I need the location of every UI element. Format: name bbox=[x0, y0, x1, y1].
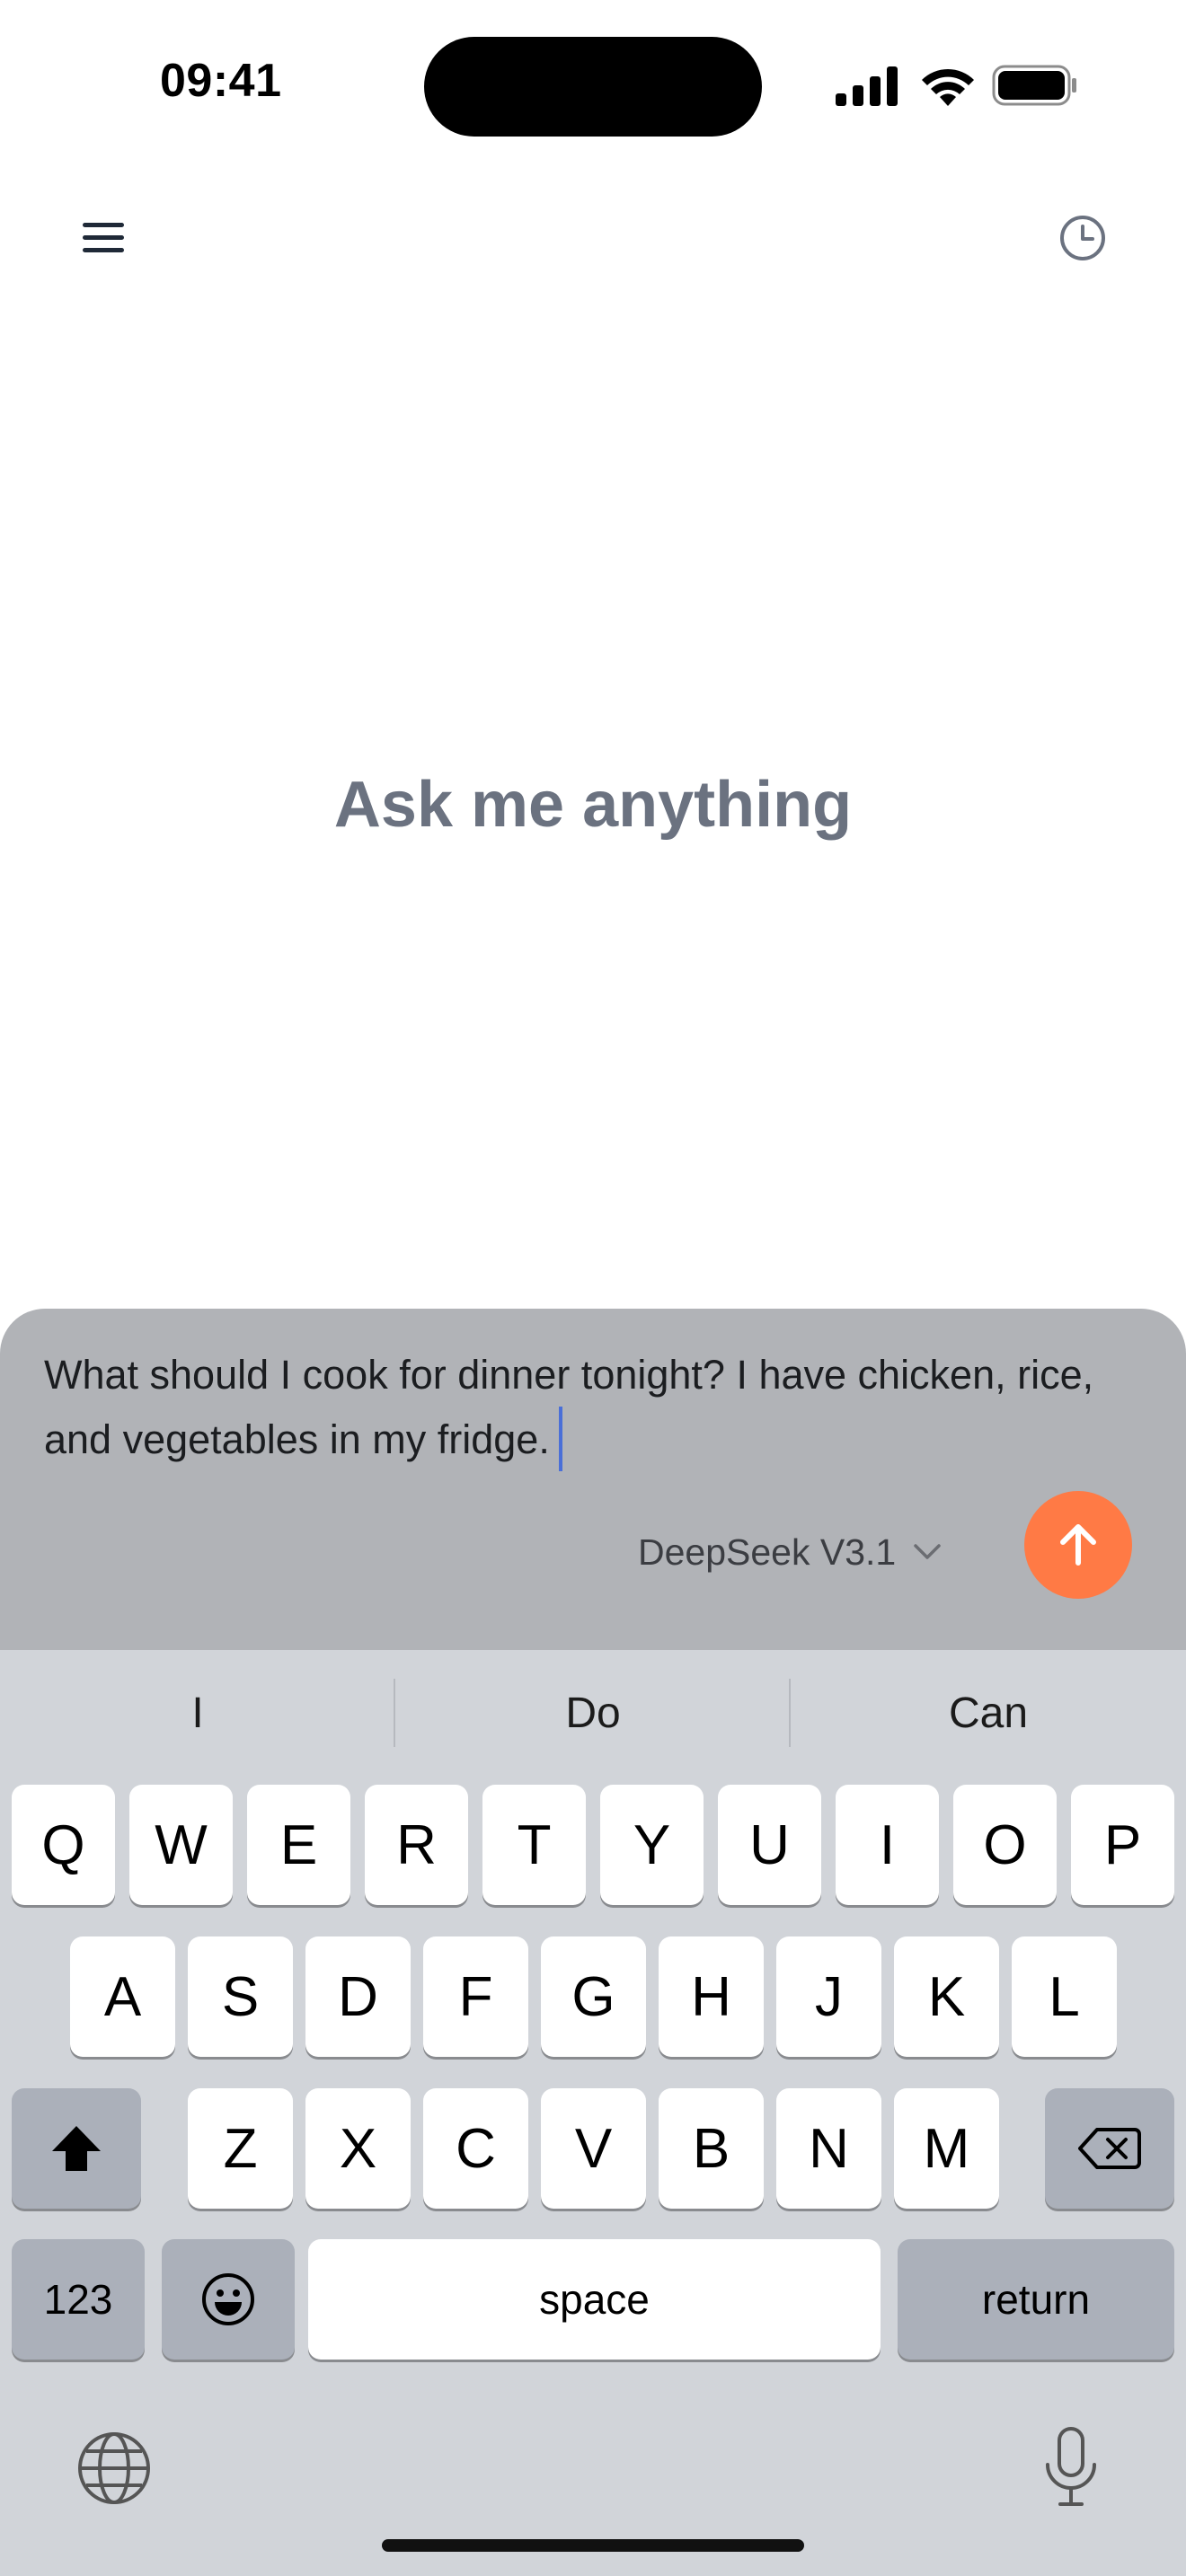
delete-key[interactable] bbox=[1045, 2088, 1174, 2209]
return-key[interactable]: return bbox=[898, 2239, 1174, 2360]
home-indicator[interactable] bbox=[382, 2539, 804, 2552]
microphone-icon bbox=[1046, 2427, 1096, 2506]
suggestion-bar: I Do Can bbox=[0, 1650, 1186, 1776]
key-j[interactable]: J bbox=[776, 1936, 881, 2057]
key-n[interactable]: N bbox=[776, 2088, 881, 2209]
globe-button[interactable] bbox=[75, 2430, 153, 2507]
text-caret bbox=[558, 1407, 562, 1472]
clock-icon bbox=[1060, 216, 1105, 260]
menu-button[interactable] bbox=[72, 207, 135, 269]
model-selector[interactable]: DeepSeek V3.1 bbox=[638, 1521, 943, 1584]
backspace-icon bbox=[1078, 2128, 1141, 2169]
key-c[interactable]: C bbox=[423, 2088, 528, 2209]
key-m[interactable]: M bbox=[894, 2088, 999, 2209]
message-input-value: What should I cook for dinner tonight? I… bbox=[44, 1352, 1094, 1462]
key-g[interactable]: G bbox=[541, 1936, 646, 2057]
key-w[interactable]: W bbox=[129, 1785, 233, 1905]
key-k[interactable]: K bbox=[894, 1936, 999, 2057]
globe-icon bbox=[78, 2432, 150, 2504]
key-l[interactable]: L bbox=[1012, 1936, 1117, 2057]
key-v[interactable]: V bbox=[541, 2088, 646, 2209]
suggestion-3[interactable]: Can bbox=[791, 1677, 1186, 1749]
composer: What should I cook for dinner tonight? I… bbox=[0, 1309, 1186, 1650]
model-label: DeepSeek V3.1 bbox=[638, 1531, 897, 1573]
key-a[interactable]: A bbox=[70, 1936, 175, 2057]
key-x[interactable]: X bbox=[305, 2088, 411, 2209]
key-p[interactable]: P bbox=[1071, 1785, 1174, 1905]
battery-icon bbox=[992, 65, 1076, 106]
status-time: 09:41 bbox=[160, 55, 282, 107]
key-d[interactable]: D bbox=[305, 1936, 411, 2057]
key-y[interactable]: Y bbox=[600, 1785, 704, 1905]
dynamic-island bbox=[424, 37, 762, 137]
key-t[interactable]: T bbox=[482, 1785, 586, 1905]
key-h[interactable]: H bbox=[659, 1936, 764, 2057]
key-e[interactable]: E bbox=[247, 1785, 350, 1905]
history-button[interactable] bbox=[1056, 211, 1110, 265]
emoji-icon bbox=[202, 2273, 254, 2325]
shift-key[interactable] bbox=[12, 2088, 141, 2209]
suggestion-2[interactable]: Do bbox=[395, 1677, 791, 1749]
key-q[interactable]: Q bbox=[12, 1785, 115, 1905]
send-button[interactable] bbox=[1024, 1491, 1132, 1599]
key-r[interactable]: R bbox=[365, 1785, 468, 1905]
empty-state-title: Ask me anything bbox=[333, 769, 853, 841]
arrow-up-icon bbox=[1060, 1524, 1096, 1566]
key-i[interactable]: I bbox=[836, 1785, 939, 1905]
shift-icon bbox=[52, 2126, 101, 2171]
numbers-key[interactable]: 123 bbox=[12, 2239, 145, 2360]
space-key[interactable]: space bbox=[308, 2239, 881, 2360]
key-f[interactable]: F bbox=[423, 1936, 528, 2057]
key-o[interactable]: O bbox=[953, 1785, 1057, 1905]
menu-icon bbox=[83, 223, 124, 252]
key-u[interactable]: U bbox=[718, 1785, 821, 1905]
signal-icon bbox=[836, 66, 898, 106]
wifi-icon bbox=[922, 68, 974, 106]
message-input[interactable]: What should I cook for dinner tonight? I… bbox=[44, 1343, 1122, 1472]
suggestion-1[interactable]: I bbox=[0, 1677, 395, 1749]
key-s[interactable]: S bbox=[188, 1936, 293, 2057]
chevron-down-icon bbox=[914, 1544, 941, 1559]
key-z[interactable]: Z bbox=[188, 2088, 293, 2209]
dictation-button[interactable] bbox=[1042, 2425, 1100, 2511]
key-b[interactable]: B bbox=[659, 2088, 764, 2209]
emoji-key[interactable] bbox=[162, 2239, 295, 2360]
keyboard: I Do Can Q W E R T Y U I O P A S D F G H… bbox=[0, 1650, 1186, 2576]
